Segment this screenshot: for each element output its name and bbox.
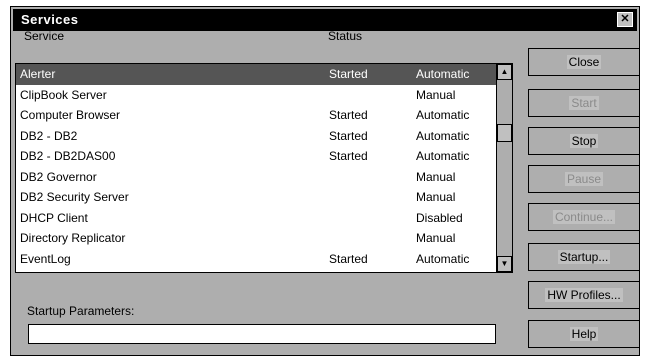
hw-profiles-button-label: HW Profiles...	[545, 288, 623, 302]
scroll-thumb[interactable]	[497, 124, 512, 142]
service-status: Started	[329, 149, 368, 163]
service-row[interactable]: DB2 - DB2 Started Automatic	[16, 126, 496, 147]
service-name: Directory Replicator	[20, 231, 126, 245]
help-button[interactable]: Help	[528, 320, 640, 348]
services-list[interactable]: Alerter Started Automatic ClipBook Server Ma…	[15, 63, 513, 273]
hw-profiles-button[interactable]: HW Profiles...	[528, 281, 640, 309]
column-header-service: Service	[24, 29, 65, 43]
continue-button[interactable]: Continue...	[528, 203, 640, 231]
startup-button[interactable]: Startup...	[528, 243, 640, 271]
service-row[interactable]: Directory Replicator Manual	[16, 228, 496, 249]
service-startup-type: Automatic	[416, 149, 470, 163]
service-name: DB2 Governor	[20, 169, 97, 184]
start-button-label: Start	[569, 96, 599, 110]
service-startup-type: Manual	[416, 190, 456, 204]
scroll-down-icon[interactable]: ▼	[497, 256, 512, 272]
close-icon[interactable]: ✕	[617, 12, 633, 27]
service-name: DHCP Client	[20, 210, 88, 225]
startup-parameters-label: Startup Parameters:	[27, 304, 135, 318]
continue-button-label: Continue...	[552, 210, 616, 224]
service-startup-type: Manual	[416, 231, 456, 245]
service-status: Started	[329, 251, 368, 266]
service-status: Started	[329, 108, 368, 122]
scroll-up-icon[interactable]: ▲	[497, 64, 512, 80]
service-name: Alerter	[20, 67, 56, 81]
service-row[interactable]: Computer Browser Started Automatic	[16, 105, 496, 126]
service-startup-type: Automatic	[416, 128, 470, 143]
start-button[interactable]: Start	[528, 89, 640, 117]
window-title: Services	[21, 12, 79, 27]
service-row[interactable]: Alerter Started Automatic	[16, 64, 496, 85]
stop-button-label: Stop	[569, 134, 599, 148]
service-row[interactable]: EventLog Started Automatic	[16, 249, 496, 270]
service-row[interactable]: DHCP Client Disabled	[16, 208, 496, 229]
service-name: Computer Browser	[20, 108, 121, 122]
title-bar: Services ✕	[13, 9, 637, 31]
startup-button-label: Startup...	[557, 250, 611, 264]
column-header-status: Status	[328, 29, 363, 43]
close-button-label: Close	[566, 55, 602, 69]
service-row[interactable]: DB2 Security Server Manual	[16, 187, 496, 208]
service-startup-type: Manual	[416, 87, 456, 102]
close-button[interactable]: Close	[528, 48, 640, 76]
service-name: EventLog	[20, 251, 71, 266]
service-startup-type: Disabled	[416, 210, 463, 225]
services-scrollbar[interactable]: ▲ ▼	[496, 64, 512, 272]
services-rows: Alerter Started Automatic ClipBook Server Ma…	[16, 64, 496, 272]
help-button-label: Help	[569, 327, 599, 341]
pause-button[interactable]: Pause	[528, 165, 640, 193]
service-startup-type: Automatic	[416, 67, 470, 81]
service-startup-type: Automatic	[416, 108, 470, 122]
service-name: DB2 - DB2	[20, 128, 78, 143]
service-startup-type: Manual	[416, 169, 456, 184]
service-row[interactable]: DB2 Governor Manual	[16, 167, 496, 188]
service-name: ClipBook Server	[20, 87, 107, 102]
stop-button[interactable]: Stop	[528, 127, 640, 155]
service-status: Started	[329, 128, 368, 143]
service-name: DB2 - DB2DAS00	[20, 149, 116, 163]
service-name: DB2 Security Server	[20, 190, 129, 204]
service-row[interactable]: DB2 - DB2DAS00 Started Automatic	[16, 146, 496, 167]
service-startup-type: Automatic	[416, 251, 470, 266]
pause-button-label: Pause	[564, 172, 604, 186]
service-row[interactable]: ClipBook Server Manual	[16, 85, 496, 106]
startup-parameters-input[interactable]	[28, 324, 496, 344]
service-status: Started	[329, 67, 368, 81]
